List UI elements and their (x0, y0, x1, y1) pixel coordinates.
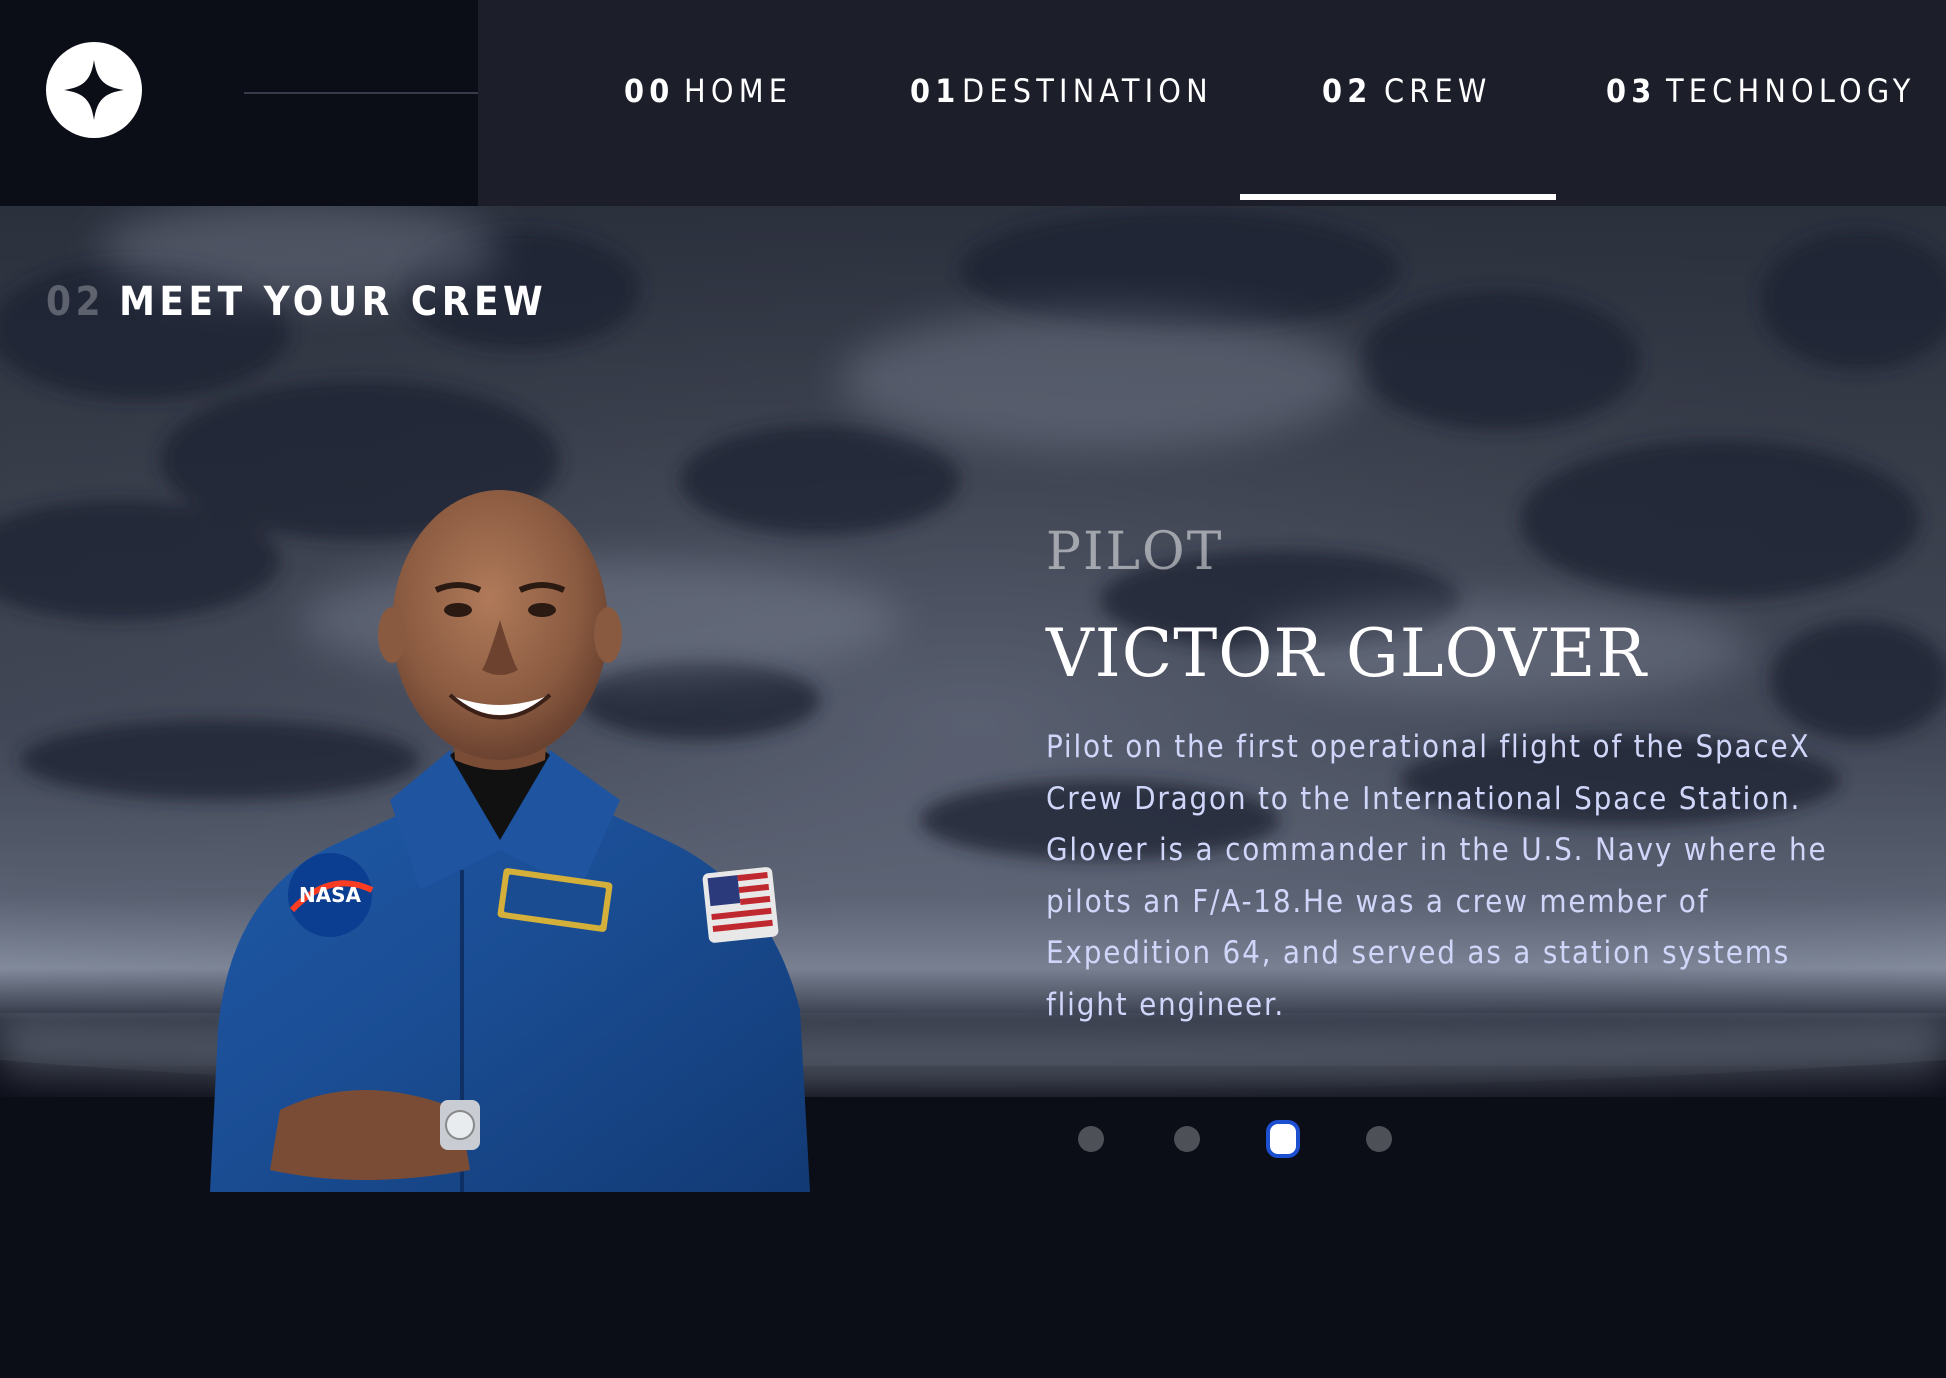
crew-page: 00 HOME 01 DESTINATION 02 CREW 03 TECHNO… (0, 0, 1946, 1378)
logo-area (0, 0, 478, 206)
page-title: 02 MEET YOUR CREW (46, 278, 547, 326)
crew-member-photo: NASA (210, 490, 810, 1192)
crew-bio-line: flight engineer. (1046, 986, 1286, 1023)
nav-number: 01 (910, 72, 961, 110)
nav-item-home[interactable]: 00 HOME (624, 0, 804, 206)
slider-dot-4[interactable] (1366, 1126, 1392, 1152)
active-nav-indicator (1240, 194, 1556, 200)
crew-role: PILOT (1046, 522, 1224, 582)
nav-item-technology[interactable]: 03 TECHNOLOGY (1606, 0, 1910, 206)
nav-label: CREW (1384, 72, 1492, 110)
nav-label: HOME (684, 72, 793, 110)
nav-label: DESTINATION (962, 72, 1213, 110)
nav-item-destination[interactable]: 01 DESTINATION (910, 0, 1208, 206)
nav-number: 00 (624, 72, 675, 110)
slider-dot-1[interactable] (1078, 1126, 1104, 1152)
star-logo-icon[interactable] (46, 42, 142, 138)
site-header: 00 HOME 01 DESTINATION 02 CREW 03 TECHNO… (0, 0, 1946, 206)
svg-text:NASA: NASA (299, 883, 362, 907)
crew-bio-line: Pilot on the first operational flight of… (1046, 729, 1811, 765)
crew-bio-line: Expedition 64, and served as a station s… (1046, 935, 1791, 971)
nav-item-crew[interactable]: 02 CREW (1322, 0, 1492, 206)
crew-bio-line: Crew Dragon to the International Space S… (1046, 780, 1802, 817)
page-title-text: MEET YOUR CREW (119, 279, 548, 325)
crew-bio-line: Glover is a commander in the U.S. Navy w… (1046, 832, 1828, 868)
nav-number: 02 (1322, 72, 1373, 110)
main-nav: 00 HOME 01 DESTINATION 02 CREW 03 TECHNO… (478, 0, 1946, 206)
nav-number: 03 (1606, 72, 1657, 110)
crew-bio: Pilot on the first operational flight of… (1046, 722, 1866, 1031)
crew-slider-dots (1078, 1120, 1398, 1158)
slider-dot-2[interactable] (1174, 1126, 1200, 1152)
nav-label: TECHNOLOGY (1666, 72, 1916, 110)
crew-name: VICTOR GLOVER (1046, 615, 1648, 692)
slider-dot-3-active[interactable] (1266, 1120, 1300, 1158)
page-title-number: 02 (46, 279, 106, 325)
crew-bio-line: pilots an F/A-18.He was a crew member of (1046, 883, 1710, 920)
